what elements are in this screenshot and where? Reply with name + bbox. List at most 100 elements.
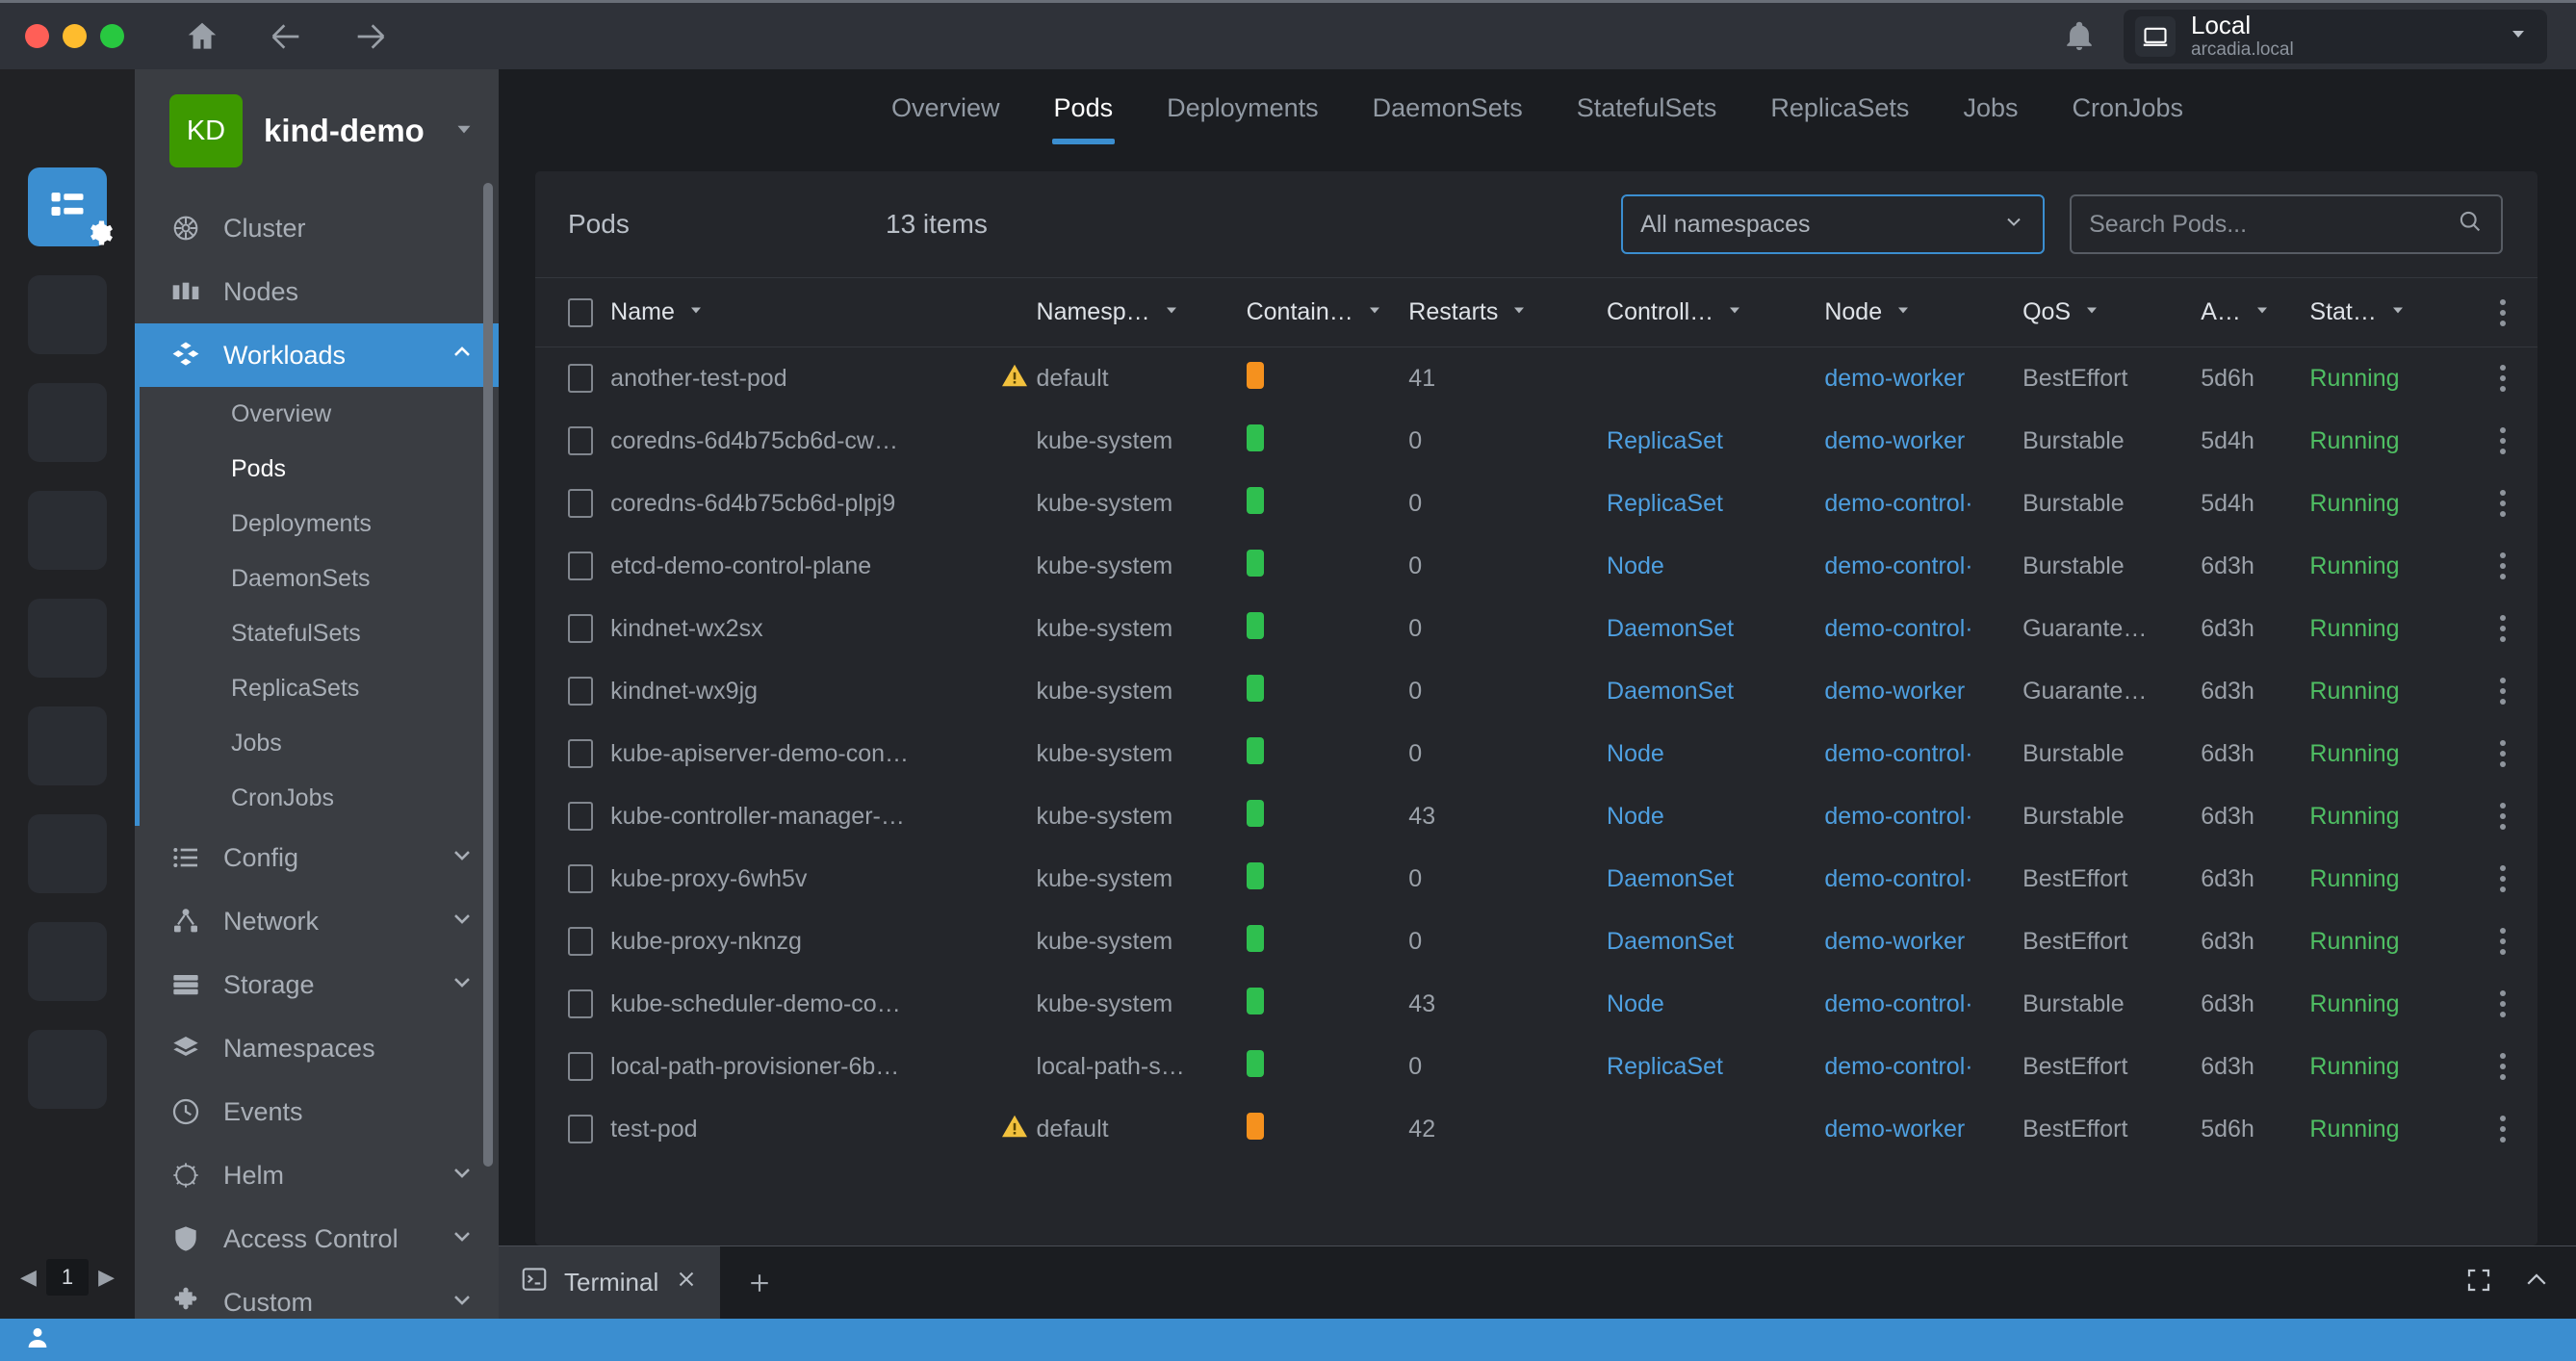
row-select-cell[interactable] [535,660,610,723]
table-row[interactable]: kube-scheduler-demo-co… kube-system 43 Node… [535,973,2537,1036]
namespace-select[interactable]: All namespaces [1621,194,2046,254]
sidebar-item-deployments[interactable]: Deployments [140,497,499,552]
row-checkbox[interactable] [568,1115,593,1143]
row-checkbox[interactable] [568,1052,593,1081]
row-actions-cell[interactable] [2468,535,2537,598]
row-select-cell[interactable] [535,911,610,973]
sort-caret-icon[interactable] [686,298,706,326]
cell-name[interactable]: kube-proxy-6wh5v [610,848,1036,911]
column-header-status[interactable]: Stat… [2309,277,2468,347]
chevron-up-icon[interactable] [449,339,476,372]
node-link[interactable]: demo-control· [1824,803,1972,830]
row-checkbox[interactable] [568,677,593,706]
sidebar-item-storage[interactable]: Storage [135,953,499,1016]
sort-caret-icon[interactable] [1509,298,1529,326]
sort-caret-icon[interactable] [2082,298,2101,326]
notification-bell-icon[interactable] [2060,17,2099,56]
sort-caret-icon[interactable] [1365,298,1384,326]
tab-statefulsets[interactable]: StatefulSets [1550,93,1744,144]
cell-node[interactable]: demo-worker [1824,911,2022,973]
user-icon[interactable] [23,1323,52,1357]
sidebar-item-overview[interactable]: Overview [140,387,499,442]
maximize-window-button[interactable] [100,24,124,48]
node-link[interactable]: demo-worker [1824,928,1965,955]
node-link[interactable]: demo-worker [1824,365,1965,392]
cell-controller[interactable]: ReplicaSet [1607,473,1824,535]
node-link[interactable]: demo-control· [1824,490,1972,517]
row-select-cell[interactable] [535,347,610,410]
controller-link[interactable]: Node [1607,740,1664,767]
node-link[interactable]: demo-control· [1824,615,1972,642]
row-select-cell[interactable] [535,1098,610,1161]
sidebar-item-cluster[interactable]: Cluster [135,196,499,260]
table-row[interactable]: etcd-demo-control-plane kube-system 0 Node d… [535,535,2537,598]
kebab-menu-icon[interactable] [2468,365,2537,393]
row-actions-cell[interactable] [2468,1036,2537,1098]
minimize-window-button[interactable] [63,24,87,48]
gear-icon[interactable] [86,218,115,252]
rail-placeholder[interactable] [28,922,107,1001]
row-select-cell[interactable] [535,848,610,911]
table-row[interactable]: test-pod default 42 demo-worker BestEffort 5d… [535,1098,2537,1161]
cell-node[interactable]: demo-worker [1824,660,2022,723]
rail-placeholder[interactable] [28,814,107,893]
chevron-up-icon[interactable] [2522,1266,2551,1299]
kebab-menu-icon[interactable] [2468,803,2537,830]
column-options-button[interactable] [2467,277,2538,347]
kebab-menu-icon[interactable] [2468,490,2537,517]
row-select-cell[interactable] [535,473,610,535]
sort-caret-icon[interactable] [1162,298,1181,326]
tab-overview[interactable]: Overview [864,93,1027,144]
column-header-node[interactable]: Node [1824,277,2023,347]
node-link[interactable]: demo-control· [1824,1053,1972,1080]
node-link[interactable]: demo-worker [1824,678,1965,705]
tab-deployments[interactable]: Deployments [1140,93,1346,144]
kebab-menu-icon[interactable] [2468,740,2537,767]
table-row[interactable]: coredns-6d4b75cb6d-plpj9 kube-system 0 Repl… [535,473,2537,535]
column-header-name[interactable]: Name [610,277,1037,347]
cell-controller[interactable]: ReplicaSet [1607,1036,1824,1098]
back-arrow-icon[interactable] [267,17,305,56]
cell-node[interactable]: demo-control· [1824,723,2022,785]
sort-caret-icon[interactable] [2253,298,2272,326]
row-actions-cell[interactable] [2468,973,2537,1036]
cell-name[interactable]: coredns-6d4b75cb6d-plpj9 [610,473,1036,535]
rail-item-clusters[interactable] [28,167,113,246]
column-header-containers[interactable]: Contain… [1246,277,1409,347]
sidebar-scrollbar[interactable] [483,183,493,1167]
row-checkbox[interactable] [568,802,593,831]
cell-controller[interactable]: Node [1607,973,1824,1036]
rail-placeholder[interactable] [28,1030,107,1109]
controller-link[interactable]: DaemonSet [1607,865,1734,892]
sort-caret-icon[interactable] [1725,298,1744,326]
search-input[interactable]: Search Pods... [2070,194,2504,254]
cell-name[interactable]: local-path-provisioner-6b… [610,1036,1036,1098]
controller-link[interactable]: ReplicaSet [1607,1053,1723,1080]
column-header-controller[interactable]: Controll… [1607,277,1825,347]
sort-caret-icon[interactable] [2388,298,2408,326]
cell-name[interactable]: kube-scheduler-demo-co… [610,973,1036,1036]
cell-controller[interactable]: DaemonSet [1607,911,1824,973]
tab-daemonsets[interactable]: DaemonSets [1346,93,1550,144]
close-icon[interactable] [674,1267,699,1298]
node-link[interactable]: demo-control· [1824,740,1972,767]
new-terminal-button[interactable] [720,1246,799,1319]
column-header-age[interactable]: A… [2201,277,2310,347]
cell-controller[interactable]: Node [1607,785,1824,848]
cell-node[interactable]: demo-worker [1824,347,2022,410]
chevron-down-icon[interactable] [449,968,476,1002]
cell-node[interactable]: demo-control· [1824,973,2022,1036]
terminal-tab[interactable]: Terminal [499,1246,721,1319]
chevron-down-icon[interactable] [449,905,476,938]
cell-name[interactable]: kube-proxy-nknzg [610,911,1036,973]
rail-placeholder[interactable] [28,383,107,462]
kebab-menu-icon[interactable] [2468,990,2537,1017]
row-select-cell[interactable] [535,1036,610,1098]
controller-link[interactable]: ReplicaSet [1607,427,1723,454]
cluster-context-selector[interactable]: Local arcadia.local [2124,9,2547,64]
sidebar-item-workloads[interactable]: Workloads [135,323,499,387]
sidebar-item-daemonsets[interactable]: DaemonSets [140,552,499,606]
cell-controller[interactable]: DaemonSet [1607,660,1824,723]
sidebar-item-jobs[interactable]: Jobs [140,716,499,771]
node-link[interactable]: demo-control· [1824,990,1972,1017]
